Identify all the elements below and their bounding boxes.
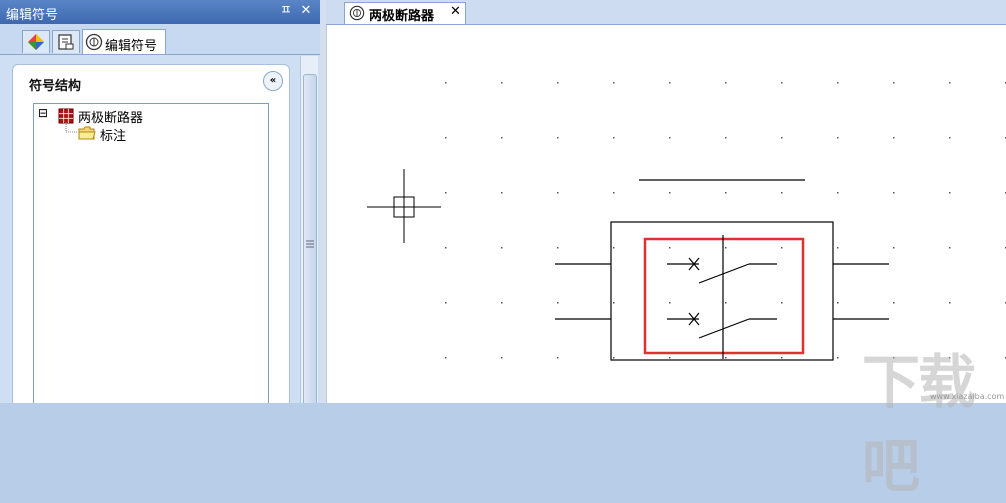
tree-item-annotation[interactable]: 标注 [100, 125, 126, 144]
scroll-thumb[interactable] [303, 74, 317, 403]
breaker-pole-top [667, 257, 777, 284]
structure-section: 符号结构 « ⊟ 两极断路器 标注 [12, 64, 290, 403]
panel-tabstrip: 编辑符号 [0, 24, 320, 55]
pin-button[interactable]: ㅍ [278, 3, 294, 19]
panel-scrollbar[interactable] [300, 56, 318, 403]
edit-symbol-icon [349, 5, 365, 21]
breaker-pole-bottom [667, 312, 777, 339]
close-panel-button[interactable]: ✕ [298, 3, 314, 19]
collapse-button[interactable]: « [263, 71, 283, 91]
color-palette-icon [28, 34, 44, 50]
document-tab[interactable]: 两极断路器 ✕ [344, 2, 466, 24]
tab-edit-symbol-label: 编辑符号 [105, 39, 158, 54]
panel-title: 编辑符号 [6, 8, 59, 23]
document-tabstrip: 两极断路器 ✕ [326, 0, 1006, 25]
page-icon [58, 34, 74, 50]
document-tab-close-icon[interactable]: ✕ [450, 4, 461, 19]
crosshair-cursor-icon [367, 169, 441, 243]
document-tab-label: 两极断路器 [369, 9, 435, 24]
watermark-url: www.xiazaiba.com [930, 392, 1005, 401]
watermark: 下载吧 [862, 348, 976, 500]
selection-box [643, 237, 805, 355]
tab-palette[interactable] [22, 30, 50, 53]
tab-page[interactable] [52, 30, 80, 53]
tree-expander[interactable]: ⊟ [38, 106, 48, 120]
section-title: 符号结构 [29, 79, 82, 94]
panel-title-bar: 编辑符号 ㅍ ✕ [0, 0, 320, 24]
folder-icon [78, 126, 96, 140]
scroll-grip-icon [306, 240, 314, 248]
symbol-panel: 编辑符号 ㅍ ✕ 编辑符号 符号结构 « ⊟ 两极断路器 标注 [0, 0, 320, 403]
grid-dots [445, 82, 1006, 359]
edit-symbol-icon [85, 33, 103, 51]
symbol-tree: ⊟ 两极断路器 标注 [33, 103, 269, 403]
tab-edit-symbol[interactable]: 编辑符号 [82, 29, 166, 54]
